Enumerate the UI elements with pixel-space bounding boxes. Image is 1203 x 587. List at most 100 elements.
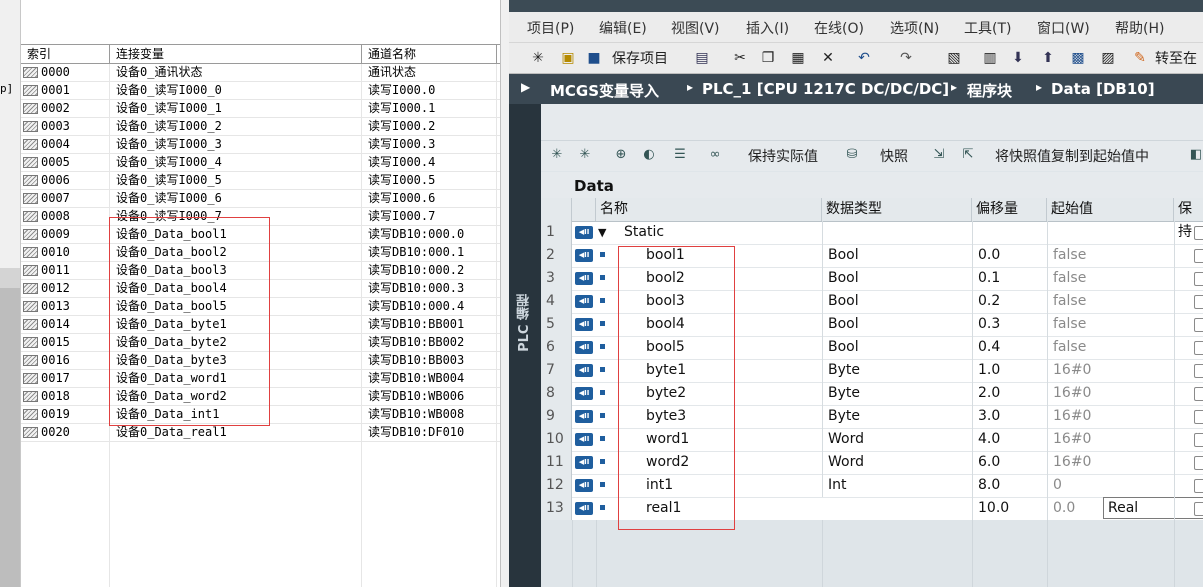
menu-item[interactable]: 项目(P) — [527, 18, 574, 38]
upload-arrow-icon[interactable]: ⬆ — [1039, 49, 1057, 67]
retain-checkbox[interactable] — [1194, 456, 1203, 470]
row-variable[interactable]: 设备0_读写I000_1 — [110, 100, 362, 117]
go-online-icon[interactable]: ✎ — [1131, 49, 1149, 67]
header-variable[interactable]: 连接变量 — [110, 45, 362, 63]
add-row-icon[interactable]: ✳ — [576, 147, 594, 165]
tag-data-type[interactable]: Bool — [822, 244, 972, 267]
save-project-button[interactable]: 保存项目 — [612, 48, 668, 68]
breadcrumb-db[interactable]: Data [DB10] — [1051, 80, 1155, 98]
menu-item[interactable]: 选项(N) — [890, 18, 939, 38]
tag-data-type[interactable]: Byte — [822, 382, 972, 405]
tag-data-type[interactable]: Byte — [822, 359, 972, 382]
breadcrumb-plc[interactable]: PLC_1 [CPU 1217C DC/DC/DC] — [702, 80, 949, 98]
tag-start-value[interactable]: 16#0 — [1047, 451, 1174, 474]
table-row[interactable]: 0002 设备0_读写I000_1 读写I000.1 — [21, 100, 501, 118]
table-row[interactable]: 0004 设备0_读写I000_3 读写I000.3 — [21, 136, 501, 154]
snapshot-load-icon[interactable]: ⇱ — [959, 147, 977, 165]
col-name[interactable]: 名称 — [596, 198, 822, 221]
monitor-icon[interactable]: ∞ — [706, 147, 724, 165]
retain-checkbox[interactable] — [1194, 479, 1203, 493]
expand-icon[interactable]: ⊕ — [612, 147, 630, 165]
table-row[interactable]: 0003 设备0_读写I000_2 读写I000.2 — [21, 118, 501, 136]
tag-data-type[interactable]: Bool — [822, 336, 972, 359]
table-row[interactable]: 0020 设备0_Data_real1 读写DB10:DF010 — [21, 424, 501, 442]
undo-icon[interactable]: ↶ — [855, 49, 873, 67]
menu-item[interactable]: 插入(I) — [746, 18, 789, 38]
tag-start-value[interactable]: 0 — [1047, 474, 1174, 497]
menu-item[interactable]: 视图(V) — [671, 18, 720, 38]
breadcrumb-toggle-icon[interactable]: ▶ — [521, 80, 530, 94]
row-variable[interactable]: 设备0_Data_real1 — [110, 424, 362, 441]
snapshot-db-icon[interactable]: ⛁ — [843, 147, 861, 165]
tag-data-type[interactable]: Bool — [822, 267, 972, 290]
snapshot-button[interactable]: 快照 — [880, 146, 908, 166]
row-variable[interactable]: 设备0_读写I000_5 — [110, 172, 362, 189]
row-variable[interactable]: 设备0_通讯状态 — [110, 64, 362, 81]
save-icon[interactable]: ■ — [585, 49, 603, 67]
tag-data-type[interactable]: Int — [822, 474, 972, 497]
row-variable[interactable]: 设备0_读写I000_0 — [110, 82, 362, 99]
collapse-icon[interactable]: ◐ — [640, 147, 658, 165]
retain-checkbox[interactable] — [1194, 318, 1203, 332]
table-row[interactable]: 0006 设备0_读写I000_5 读写I000.5 — [21, 172, 501, 190]
download-arrow-icon[interactable]: ⬇ — [1009, 49, 1027, 67]
menu-item[interactable]: 在线(O) — [814, 18, 864, 38]
retain-checkbox[interactable] — [1194, 364, 1203, 378]
tag-data-type[interactable]: Bool — [822, 290, 972, 313]
row-variable[interactable]: 设备0_读写I000_4 — [110, 154, 362, 171]
tag-start-value[interactable]: 16#0 — [1047, 382, 1174, 405]
tag-start-value[interactable]: false — [1047, 267, 1174, 290]
col-retain[interactable]: 保持 — [1174, 198, 1203, 240]
retain-checkbox[interactable] — [1194, 226, 1203, 240]
rt-icon[interactable]: ▨ — [1099, 49, 1117, 67]
list-icon[interactable]: ☰ — [671, 147, 689, 165]
tag-start-value[interactable]: 16#0 — [1047, 359, 1174, 382]
breadcrumb-project[interactable]: MCGS变量导入 — [550, 80, 659, 101]
retain-checkbox[interactable] — [1194, 387, 1203, 401]
table-row[interactable]: 0001 设备0_读写I000_0 读写I000.0 — [21, 82, 501, 100]
simulation-icon[interactable]: ▩ — [1069, 49, 1087, 67]
retain-checkbox[interactable] — [1194, 502, 1203, 516]
tag-data-type[interactable]: Bool — [822, 313, 972, 336]
retain-checkbox[interactable] — [1194, 249, 1203, 263]
tag-data-type[interactable]: Word — [822, 428, 972, 451]
tag-start-value[interactable]: false — [1047, 244, 1174, 267]
col-offset[interactable]: 偏移量 — [972, 198, 1047, 221]
snapshot-copy-icon[interactable]: ⇲ — [930, 147, 948, 165]
tag-start-value[interactable]: 16#0 — [1047, 405, 1174, 428]
delete-icon[interactable]: ✕ — [819, 49, 837, 67]
open-project-icon[interactable]: ▣ — [559, 49, 577, 67]
copy-snapshot-to-start-button[interactable]: 将快照值复制到起始值中 — [995, 146, 1149, 166]
row-variable[interactable]: 设备0_读写I000_3 — [110, 136, 362, 153]
retain-checkbox[interactable] — [1194, 295, 1203, 309]
paste-icon[interactable]: ▦ — [789, 49, 807, 67]
download-icon[interactable]: ▥ — [981, 49, 999, 67]
menu-item[interactable]: 帮助(H) — [1115, 18, 1164, 38]
new-project-icon[interactable]: ✳ — [529, 49, 547, 67]
print-icon[interactable]: ▤ — [693, 49, 711, 67]
table-row[interactable]: 0007 设备0_读写I000_6 读写I000.6 — [21, 190, 501, 208]
table-row[interactable]: 0000 设备0_通讯状态 通讯状态 — [21, 64, 501, 82]
row-variable[interactable]: 设备0_读写I000_2 — [110, 118, 362, 135]
cut-icon[interactable]: ✂ — [731, 49, 749, 67]
go-online-button[interactable]: 转至在 — [1155, 48, 1197, 68]
tag-start-value[interactable]: false — [1047, 290, 1174, 313]
tag-data-type[interactable]: Byte — [822, 405, 972, 428]
tag-start-value[interactable]: false — [1047, 313, 1174, 336]
copy-icon[interactable]: ❐ — [759, 49, 777, 67]
breadcrumb-blocks[interactable]: 程序块 — [967, 80, 1012, 101]
tag-start-value[interactable]: 0.0 — [1047, 497, 1174, 520]
row-variable[interactable]: 设备0_读写I000_6 — [110, 190, 362, 207]
compile-icon[interactable]: ▧ — [945, 49, 963, 67]
keep-actual-values-button[interactable]: 保持实际值 — [748, 146, 818, 166]
col-type[interactable]: 数据类型 — [822, 198, 972, 221]
retain-checkbox[interactable] — [1194, 433, 1203, 447]
col-start-value[interactable]: 起始值 — [1047, 198, 1174, 221]
menu-item[interactable]: 编辑(E) — [599, 18, 647, 38]
menu-item[interactable]: 工具(T) — [964, 18, 1011, 38]
tag-data-type[interactable]: Word — [822, 451, 972, 474]
redo-icon[interactable]: ↷ — [897, 49, 915, 67]
table-row[interactable]: 0005 设备0_读写I000_4 读写I000.4 — [21, 154, 501, 172]
retain-checkbox[interactable] — [1194, 341, 1203, 355]
header-channel[interactable]: 通道名称 — [362, 45, 497, 63]
